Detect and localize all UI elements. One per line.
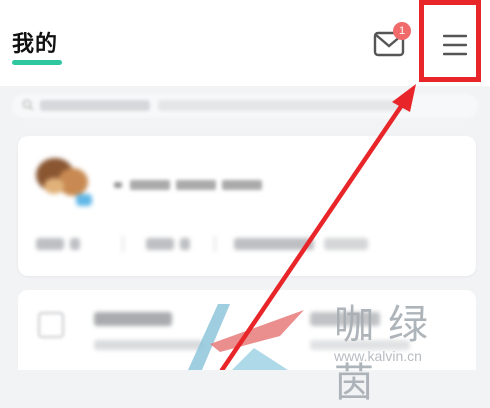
service-icon bbox=[38, 312, 64, 338]
search-bar[interactable] bbox=[12, 94, 478, 118]
profile-card[interactable] bbox=[18, 136, 476, 276]
profile-stats-row[interactable] bbox=[36, 236, 396, 252]
user-id-blurred bbox=[114, 178, 264, 195]
page-title: 我的 bbox=[12, 32, 59, 57]
search-placeholder-hint bbox=[158, 100, 408, 111]
title-underline bbox=[12, 60, 62, 65]
service-label-blurred bbox=[94, 312, 172, 326]
watermark-url: www.kalvin.cn bbox=[334, 348, 422, 364]
avatar[interactable] bbox=[30, 150, 92, 206]
message-count-badge: 1 bbox=[393, 22, 411, 40]
watermark-logo bbox=[188, 304, 304, 370]
hamburger-menu-icon[interactable] bbox=[443, 33, 467, 57]
search-icon bbox=[22, 99, 34, 111]
menu-highlight-box bbox=[419, 0, 481, 82]
search-placeholder bbox=[40, 100, 150, 111]
top-bar: 我的 1 bbox=[0, 0, 490, 86]
